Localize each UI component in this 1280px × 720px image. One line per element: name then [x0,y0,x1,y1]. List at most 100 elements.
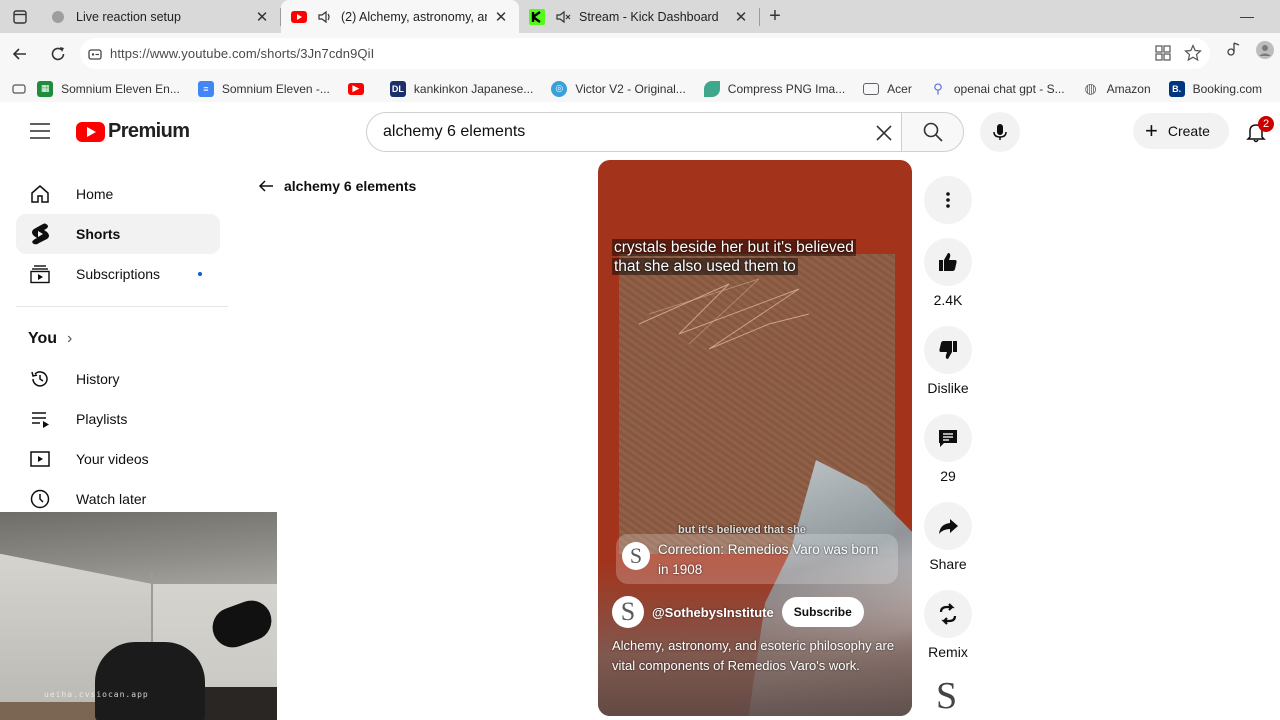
leaf-icon [703,80,720,97]
reload-button[interactable] [40,36,76,72]
guide-menu-button[interactable] [22,120,58,144]
booking-icon: B. [1168,80,1185,97]
gaming-chair [95,642,205,720]
search-input[interactable]: alchemy 6 elements [366,112,902,152]
search-button[interactable] [901,112,964,152]
bookmark-item[interactable]: Compress PNG Ima... [703,80,845,97]
tab-actions-button[interactable] [0,0,40,33]
share-label: Share [929,556,967,572]
your-videos-icon [28,447,52,471]
guide-sidebar: Home Shorts Subscriptions You › History … [0,174,236,519]
dislike-button[interactable]: Dislike [922,326,974,414]
sidebar-item-label: Home [76,186,114,202]
remix-icon [924,590,972,638]
sidebar-you-heading[interactable]: You › [0,319,236,359]
tab-title: Live reaction setup [76,9,181,24]
sidebar-item-your-videos[interactable]: Your videos [16,439,220,479]
globe-tab-icon [50,9,66,25]
remix-button[interactable]: Remix [922,590,974,678]
address-bar[interactable]: https://www.youtube.com/shorts/3Jn7cdn9Q… [80,38,1210,69]
close-icon[interactable]: ✕ [254,8,270,26]
extension-icon[interactable] [1226,41,1242,64]
correction-text: Correction: Remedios Varo was born in 19… [658,542,879,577]
sidebar-item-shorts[interactable]: Shorts [16,214,220,254]
new-tab-button[interactable]: + [760,0,790,33]
youtube-icon: ▶ [347,82,364,95]
youtube-logo[interactable]: Premium [76,120,190,143]
more-options-button[interactable] [922,176,974,238]
share-button[interactable]: Share [922,502,974,590]
kick-tab-icon [529,8,545,25]
bookmark-item[interactable]: ◎ Victor V2 - Original... [551,80,686,97]
comment-icon [924,414,972,462]
dislike-label: Dislike [927,380,969,396]
chevron-right-icon: › [67,330,73,347]
sidebar-item-history[interactable]: History [16,359,220,399]
tab-search-icon[interactable] [0,83,37,95]
thumbs-down-icon [924,326,972,374]
speaker-icon[interactable] [317,9,333,25]
apps-icon[interactable] [1154,44,1172,67]
minimize-button[interactable]: — [1240,8,1254,24]
bookmark-item[interactable]: DL kankinkon Japanese... [389,80,533,97]
url-text: https://www.youtube.com/shorts/3Jn7cdn9Q… [110,46,375,61]
clear-search-icon[interactable] [872,121,896,145]
short-description[interactable]: Alchemy, astronomy, and esoteric philoso… [612,636,902,676]
like-button[interactable]: 2.4K [922,238,974,326]
sidebar-item-subscriptions[interactable]: Subscriptions [16,254,220,294]
tab-kick-dashboard[interactable]: Stream - Kick Dashboard ✕ [519,0,759,33]
star-icon[interactable] [1184,44,1202,67]
bookmark-item[interactable]: ▶ [347,82,372,95]
sheets-icon: ▦ [37,80,54,97]
bookmark-item[interactable]: Acer [863,82,912,96]
tab-title: Stream - Kick Dashboard [579,9,719,24]
bookmark-item[interactable]: B. Booking.com [1168,80,1262,97]
bookmark-item[interactable]: ▦ Somnium Eleven En... [37,80,180,97]
bookmark-item[interactable]: ≡ Somnium Eleven -... [197,80,330,97]
short-video-player[interactable]: crystals beside her but it's believed th… [598,160,912,716]
channel-handle[interactable]: @SothebysInstitute [652,605,774,620]
site-info-icon[interactable] [80,46,110,62]
new-content-dot [198,272,202,276]
notifications-button[interactable]: 2 [1244,116,1274,148]
comments-button[interactable]: 29 [922,414,974,502]
youtube-tab-icon [291,9,307,25]
sidebar-item-label: Shorts [76,226,121,242]
channel-avatar[interactable]: S [612,596,644,628]
browser-tab-strip: Live reaction setup ✕ (2) Alchemy, astro… [0,0,1280,33]
reload-icon [51,47,65,61]
speaker-muted-icon[interactable] [555,9,571,25]
search-query: alchemy 6 elements [383,123,526,140]
history-icon [28,367,52,391]
channel-row: S @SothebysInstitute Subscribe [612,596,864,628]
voice-search-button[interactable] [980,112,1020,152]
bookmark-item[interactable]: ⚲ openai chat gpt - S... [930,81,1065,97]
arrow-left-icon [258,180,273,192]
close-icon[interactable]: ✕ [493,8,509,26]
comment-count: 29 [940,468,956,484]
youtube-play-logo-icon [76,121,105,142]
folder-icon [863,82,880,95]
extensions-area [1226,41,1274,64]
tab-live-reaction-setup[interactable]: Live reaction setup ✕ [40,0,280,33]
tab-actions-icon [13,9,27,24]
sidebar-item-home[interactable]: Home [16,174,220,214]
back-to-search-link[interactable]: alchemy 6 elements [256,176,416,196]
create-button[interactable]: + Create [1133,113,1229,149]
home-icon [28,182,52,206]
sidebar-item-label: Watch later [76,491,147,507]
correction-banner[interactable]: S Correction: Remedios Varo was born in … [616,534,898,584]
sidebar-item-playlists[interactable]: Playlists [16,399,220,439]
subscribe-button[interactable]: Subscribe [781,597,864,627]
more-vertical-icon [924,176,972,224]
correction-avatar: S [622,542,650,570]
tab-youtube-short[interactable]: (2) Alchemy, astronomy, and ✕ [281,0,519,33]
plus-icon: + [1145,118,1158,143]
close-icon[interactable]: ✕ [733,8,749,26]
bookmark-item[interactable]: ◍ Amazon [1083,80,1150,97]
room-floor [0,702,100,720]
back-button[interactable] [2,36,38,72]
profile-avatar[interactable] [1256,41,1274,64]
sidebar-item-label: History [76,371,120,387]
sound-thumbnail[interactable]: S [936,676,962,716]
